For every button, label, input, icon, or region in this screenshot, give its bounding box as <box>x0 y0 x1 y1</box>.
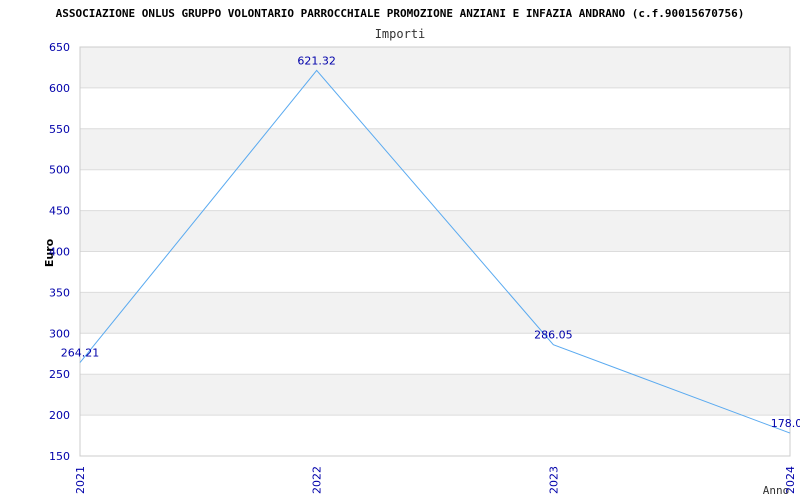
background-band <box>80 374 790 416</box>
x-tick-label: 2022 <box>311 466 324 494</box>
chart-title: ASSOCIAZIONE ONLUS GRUPPO VOLONTARIO PAR… <box>56 7 745 20</box>
background-band <box>80 415 790 456</box>
y-tick-label: 550 <box>49 123 70 136</box>
y-tick-label: 600 <box>49 82 70 95</box>
x-tick-label: 2023 <box>547 466 560 494</box>
background-band <box>80 169 790 211</box>
y-tick-label: 500 <box>49 164 70 177</box>
data-label: 264.21 <box>61 347 100 360</box>
y-tick-label: 300 <box>49 327 70 340</box>
background-band <box>80 47 790 88</box>
y-tick-label: 350 <box>49 286 70 299</box>
y-tick-label: 400 <box>49 246 70 259</box>
data-label: 178.04 <box>771 417 800 430</box>
chart-subtitle: Importi <box>375 27 426 41</box>
y-axis-ticks: 150 200 250 300 350 400 450 500 550 600 650 <box>49 41 70 463</box>
y-tick-label: 450 <box>49 205 70 218</box>
x-tick-label: 2021 <box>74 466 87 494</box>
data-label: 621.32 <box>297 54 336 67</box>
y-tick-label: 650 <box>49 41 70 54</box>
line-chart: ASSOCIAZIONE ONLUS GRUPPO VOLONTARIO PAR… <box>43 7 800 497</box>
background-band <box>80 128 790 170</box>
x-axis-ticks: 2021 2022 2023 2024 <box>74 466 797 494</box>
x-tick-label: 2024 <box>784 466 797 494</box>
y-tick-label: 200 <box>49 409 70 422</box>
y-tick-label: 150 <box>49 450 70 463</box>
background-band <box>80 333 790 375</box>
background-band <box>80 292 790 334</box>
y-tick-label: 250 <box>49 368 70 381</box>
background-band <box>80 251 790 293</box>
background-band <box>80 87 790 129</box>
data-label: 286.05 <box>534 329 573 342</box>
